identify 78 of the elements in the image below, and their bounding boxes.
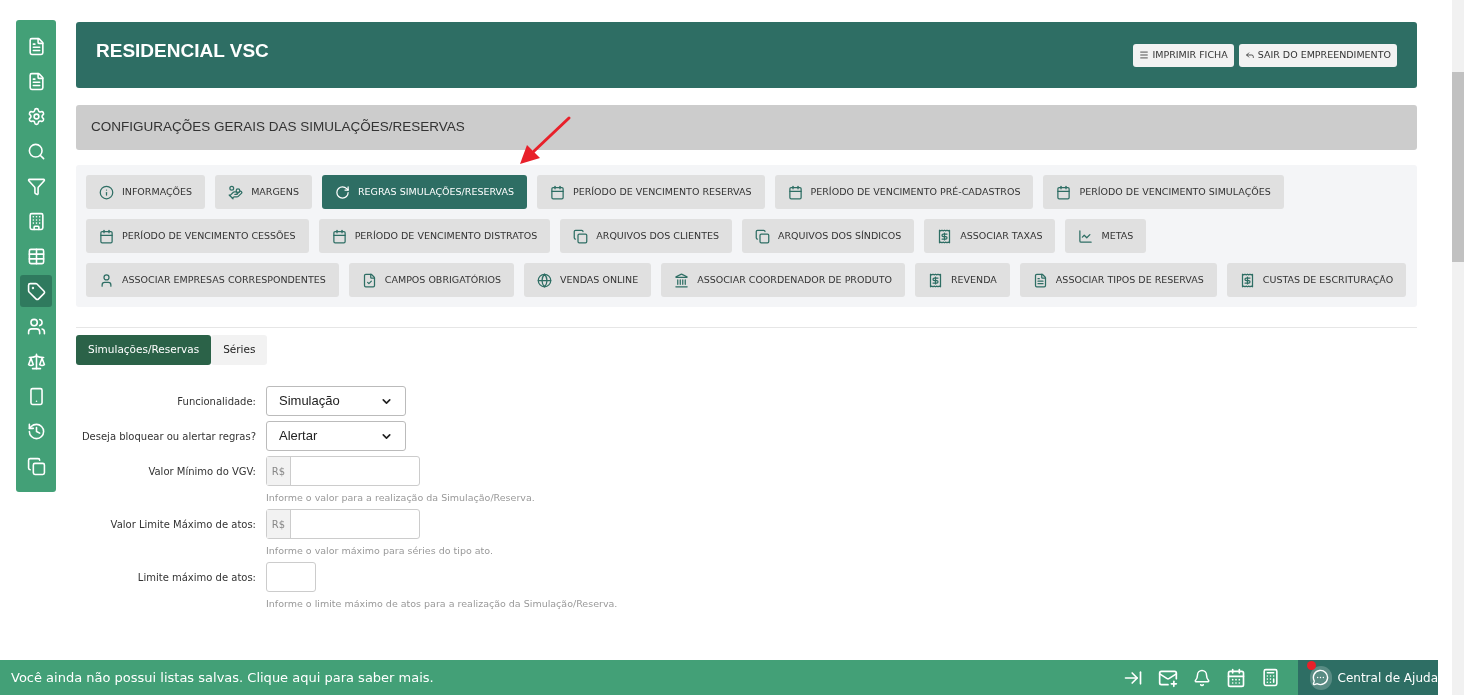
menu-button[interactable]: REGRAS SIMULAÇÕES/RESERVAS <box>321 175 527 209</box>
reply-icon <box>1244 50 1255 60</box>
globe-icon <box>537 272 553 288</box>
file-check-icon <box>361 272 377 288</box>
help-text: Informe o valor para a realização da Simulação/Reserva. <box>266 492 536 504</box>
bell-icon[interactable] <box>1193 668 1211 687</box>
menu-button[interactable]: ARQUIVOS DOS SÍNDICOS <box>742 219 915 253</box>
history-icon <box>26 421 46 441</box>
menu-button[interactable]: ARQUIVOS DOS CLIENTES <box>560 219 732 253</box>
section-title: CONFIGURAÇÕES GERAIS DAS SIMULAÇÕES/RESERVAS <box>91 118 465 137</box>
exit-button[interactable]: SAIR DO EMPREENDIMENTO <box>1238 43 1397 67</box>
menu-button[interactable]: REVENDA <box>915 263 1010 297</box>
field-label: Deseja bloquear ou alertar regras? <box>80 430 256 444</box>
calendar-icon <box>331 228 347 244</box>
gear-icon <box>26 106 46 126</box>
search-icon <box>26 141 46 161</box>
select-field[interactable]: Alertar <box>266 421 406 451</box>
tab[interactable]: Simulações/Reservas <box>76 335 212 365</box>
menu-button[interactable]: ASSOCIAR TIPOS DE RESERVAS <box>1019 263 1217 297</box>
number-input-field[interactable] <box>266 562 316 592</box>
help-center-button[interactable]: Central de Ajuda <box>1298 660 1438 695</box>
tag-icon <box>26 281 46 301</box>
people-icon <box>26 316 46 336</box>
coins-icon <box>228 184 244 200</box>
calculator-icon[interactable] <box>1261 668 1280 687</box>
field-label: Limite máximo de atos: <box>136 571 256 585</box>
select-field[interactable]: Simulação <box>266 386 406 416</box>
calendar-icon <box>549 184 565 200</box>
calendar-icon[interactable] <box>1226 667 1246 688</box>
receipt-icon <box>1239 272 1255 288</box>
info-icon <box>99 184 114 200</box>
menu-button[interactable]: PERÍODO DE VENCIMENTO PRÉ-CADASTROS <box>774 175 1034 209</box>
sidebar-item[interactable] <box>20 275 52 307</box>
field-label: Valor Limite Máximo de atos: <box>109 518 256 532</box>
field-label: Funcionalidade: <box>176 395 256 409</box>
menu-button[interactable]: VENDAS ONLINE <box>524 263 652 297</box>
calendar-icon <box>99 228 114 244</box>
receipt-icon <box>928 272 943 288</box>
copy-icon <box>755 228 770 244</box>
menu-button[interactable]: PERÍODO DE VENCIMENTO RESERVAS <box>536 175 765 209</box>
menu-button[interactable]: ASSOCIAR EMPRESAS CORRESPONDENTES <box>86 263 339 297</box>
menu-button[interactable]: METAS <box>1065 219 1147 253</box>
menu-button[interactable]: PERÍODO DE VENCIMENTO CESSÕES <box>86 219 309 253</box>
field-label: Valor Mínimo do VGV: <box>147 465 256 479</box>
table-icon <box>26 246 46 266</box>
document-icon <box>1032 272 1048 288</box>
copy-icon <box>573 228 589 244</box>
list-icon <box>1139 50 1150 60</box>
building-icon <box>674 272 690 288</box>
refresh-icon <box>334 184 350 200</box>
currency-prefix: R$ <box>267 457 291 485</box>
menu-button[interactable]: INFORMAÇÕES <box>86 175 206 209</box>
menu-button[interactable]: ASSOCIAR COORDENADOR DE PRODUTO <box>661 263 905 297</box>
tab[interactable]: Séries <box>211 335 268 365</box>
copy-icon <box>26 456 46 476</box>
document-icon <box>26 71 46 91</box>
currency-prefix: R$ <box>267 510 291 538</box>
annotation-arrow <box>518 115 572 167</box>
menu-button[interactable]: CUSTAS DE ESCRITURAÇÃO <box>1226 263 1407 297</box>
menu-button[interactable]: PERÍODO DE VENCIMENTO SIMULAÇÕES <box>1043 175 1284 209</box>
receipt-icon <box>937 228 953 244</box>
building-icon <box>26 211 46 231</box>
help-text: Informe o limite máximo de atos para a realização da Simulação/Reserva. <box>266 598 619 610</box>
calendar-icon <box>1056 184 1072 200</box>
menu-button[interactable]: MARGENS <box>215 175 312 209</box>
user-icon <box>99 272 114 288</box>
menu-button[interactable]: PERÍODO DE VENCIMENTO DISTRATOS <box>318 219 551 253</box>
calendar-icon <box>787 184 803 200</box>
filter-icon <box>26 176 46 196</box>
line-chart-icon <box>1078 228 1094 244</box>
print-button[interactable]: IMPRIMIR FICHA <box>1133 43 1234 67</box>
scale-icon <box>26 351 46 371</box>
help-text: Informe o valor máximo para séries do tipo ato. <box>266 545 494 557</box>
menu-button[interactable]: CAMPOS OBRIGATÓRIOS <box>348 263 515 297</box>
document-icon <box>26 36 46 56</box>
chat-icon <box>1310 665 1332 690</box>
page-title: RESIDENCIAL VSC <box>96 38 269 63</box>
menu-button[interactable]: ASSOCIAR TAXAS <box>924 219 1056 253</box>
